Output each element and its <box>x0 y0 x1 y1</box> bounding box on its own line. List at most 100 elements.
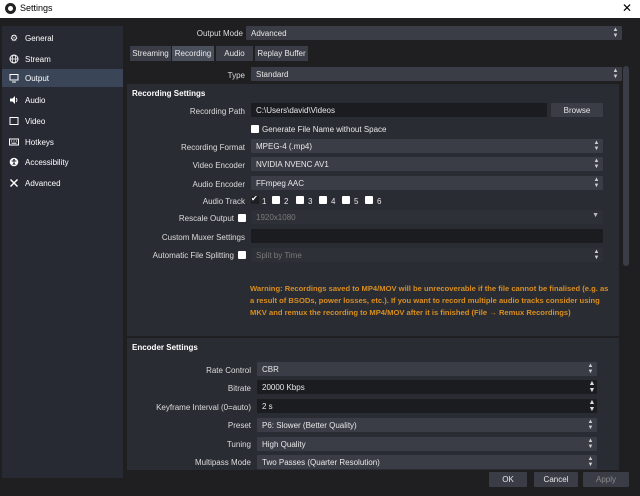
tab-recording[interactable]: Recording <box>172 46 214 61</box>
preset-select[interactable]: P6: Slower (Better Quality) ▲ ▼ <box>257 418 597 432</box>
keyframe-interval-value: 2 s <box>262 401 273 411</box>
sidebar-item-general[interactable]: ⚙ General <box>2 29 123 47</box>
recording-format-label: Recording Format <box>180 143 245 152</box>
recording-format-select[interactable]: MPEG-4 (.mp4) ▲ ▼ <box>251 139 603 153</box>
vertical-scrollbar[interactable] <box>622 62 630 470</box>
sidebar-item-label: General <box>25 33 54 43</box>
settings-window: Settings ✕ ⚙ General Stream Output Audio <box>0 0 640 496</box>
recording-format-value: MPEG-4 (.mp4) <box>256 141 313 151</box>
globe-icon <box>9 54 19 64</box>
rescale-output-label: Rescale Output <box>178 214 234 223</box>
spin-arrows-icon[interactable]: ▲ ▼ <box>587 399 597 413</box>
video-encoder-select[interactable]: NVIDIA NVENC AV1 ▲ ▼ <box>251 157 603 171</box>
mp4-warning-text: Warning: Recordings saved to MP4/MOV wil… <box>250 284 609 317</box>
audio-encoder-label: Audio Encoder <box>192 180 245 189</box>
output-mode-value: Advanced <box>251 28 287 38</box>
wrench-icon <box>9 178 19 188</box>
video-encoder-label: Video Encoder <box>192 161 245 170</box>
sidebar-item-advanced[interactable]: Advanced <box>2 174 123 192</box>
recording-path-input[interactable]: C:\Users\david\Videos <box>251 103 547 117</box>
updown-arrows-icon: ▲ ▼ <box>587 438 594 450</box>
video-icon <box>9 116 19 126</box>
audio-encoder-select[interactable]: FFmpeg AAC ▲ ▼ <box>251 176 603 190</box>
output-mode-select[interactable]: Advanced ▲ ▼ <box>246 26 622 40</box>
type-select[interactable]: Standard ▲ ▼ <box>251 67 622 81</box>
audio-encoder-value: FFmpeg AAC <box>256 178 305 188</box>
rescale-output-checkbox[interactable] <box>238 214 246 222</box>
audio-track-6-label: 6 <box>377 197 382 206</box>
browse-button[interactable]: Browse <box>551 103 603 117</box>
title-bar: Settings ✕ <box>0 0 640 18</box>
gear-icon: ⚙ <box>9 32 19 43</box>
multipass-mode-label: Multipass Mode <box>194 458 251 467</box>
recording-path-value: C:\Users\david\Videos <box>256 105 335 115</box>
audio-track-3-checkbox[interactable] <box>296 196 304 204</box>
tab-streaming[interactable]: Streaming <box>130 46 171 61</box>
audio-track-4-checkbox[interactable] <box>319 196 327 204</box>
generate-filename-nospace-label: Generate File Name without Space <box>262 125 387 134</box>
speaker-icon <box>9 95 19 105</box>
updown-arrows-icon: ▲ ▼ <box>593 140 600 152</box>
bitrate-label: Bitrate <box>227 384 251 393</box>
sidebar-item-audio[interactable]: Audio <box>2 91 123 109</box>
tab-replay-buffer[interactable]: Replay Buffer <box>255 46 308 61</box>
sidebar-item-stream[interactable]: Stream <box>2 50 123 68</box>
audio-track-1-checkbox[interactable] <box>251 194 259 204</box>
cancel-button[interactable]: Cancel <box>534 472 578 487</box>
tuning-select[interactable]: High Quality ▲ ▼ <box>257 437 597 451</box>
encoder-settings-title: Encoder Settings <box>132 343 198 352</box>
multipass-mode-value: Two Passes (Quarter Resolution) <box>262 457 380 467</box>
updown-arrows-icon: ▲ ▼ <box>587 419 594 431</box>
rescale-output-value: 1920x1080 <box>256 212 296 222</box>
type-label: Type <box>227 71 245 80</box>
sidebar-item-label: Video <box>25 116 46 126</box>
audio-track-label: Audio Track <box>202 197 245 206</box>
updown-arrows-icon: ▲ ▼ <box>587 456 594 468</box>
output-mode-label: Output Mode <box>196 29 243 38</box>
keyboard-icon <box>9 137 19 147</box>
tab-audio[interactable]: Audio <box>216 46 253 61</box>
audio-track-2-checkbox[interactable] <box>272 196 280 204</box>
audio-track-5-label: 5 <box>354 197 359 206</box>
audio-track-5-checkbox[interactable] <box>342 196 350 204</box>
audio-track-3-label: 3 <box>308 197 313 206</box>
tuning-label: Tuning <box>226 440 251 449</box>
split-mode-select[interactable]: Split by Time ▲ ▼ <box>251 248 603 262</box>
multipass-mode-select[interactable]: Two Passes (Quarter Resolution) ▲ ▼ <box>257 455 597 469</box>
sidebar-item-label: Accessibility <box>25 157 69 167</box>
generate-filename-nospace-checkbox[interactable] <box>251 125 259 133</box>
audio-track-6-checkbox[interactable] <box>365 196 373 204</box>
window-title: Settings <box>20 3 53 13</box>
sidebar-item-label: Output <box>25 73 50 83</box>
close-icon[interactable]: ✕ <box>622 1 632 15</box>
bitrate-spinbox[interactable]: 20000 Kbps ▲ ▼ <box>257 380 597 394</box>
tuning-value: High Quality <box>262 439 306 449</box>
keyframe-interval-spinbox[interactable]: 2 s ▲ ▼ <box>257 399 597 413</box>
split-mode-value: Split by Time <box>256 250 302 260</box>
sidebar-item-hotkeys[interactable]: Hotkeys <box>2 133 123 151</box>
custom-muxer-input[interactable] <box>251 229 603 243</box>
chevron-down-icon: ▼ <box>592 212 599 219</box>
bitrate-value: 20000 Kbps <box>262 382 305 392</box>
scrollbar-thumb[interactable] <box>623 66 629 266</box>
updown-arrows-icon: ▲ ▼ <box>612 27 619 39</box>
updown-arrows-icon: ▲ ▼ <box>612 68 619 80</box>
audio-track-4-label: 4 <box>331 197 336 206</box>
apply-button[interactable]: Apply <box>583 472 629 487</box>
type-value: Standard <box>256 69 289 79</box>
auto-file-splitting-checkbox[interactable] <box>238 251 246 259</box>
rescale-output-select[interactable]: 1920x1080 ▼ <box>251 210 603 224</box>
sidebar-item-label: Hotkeys <box>25 137 54 147</box>
rate-control-select[interactable]: CBR ▲ ▼ <box>257 362 597 376</box>
audio-track-2-label: 2 <box>284 197 289 206</box>
sidebar-item-accessibility[interactable]: Accessibility <box>2 153 123 171</box>
custom-muxer-label: Custom Muxer Settings <box>161 233 245 242</box>
sidebar-item-video[interactable]: Video <box>2 112 123 130</box>
spin-arrows-icon[interactable]: ▲ ▼ <box>587 380 597 394</box>
ok-button[interactable]: OK <box>489 472 527 487</box>
sidebar-item-label: Stream <box>25 54 51 64</box>
updown-arrows-icon: ▲ ▼ <box>593 177 600 189</box>
sidebar-item-output[interactable]: Output <box>2 69 123 87</box>
recording-settings-title: Recording Settings <box>132 89 206 98</box>
recording-path-label: Recording Path <box>189 107 245 116</box>
